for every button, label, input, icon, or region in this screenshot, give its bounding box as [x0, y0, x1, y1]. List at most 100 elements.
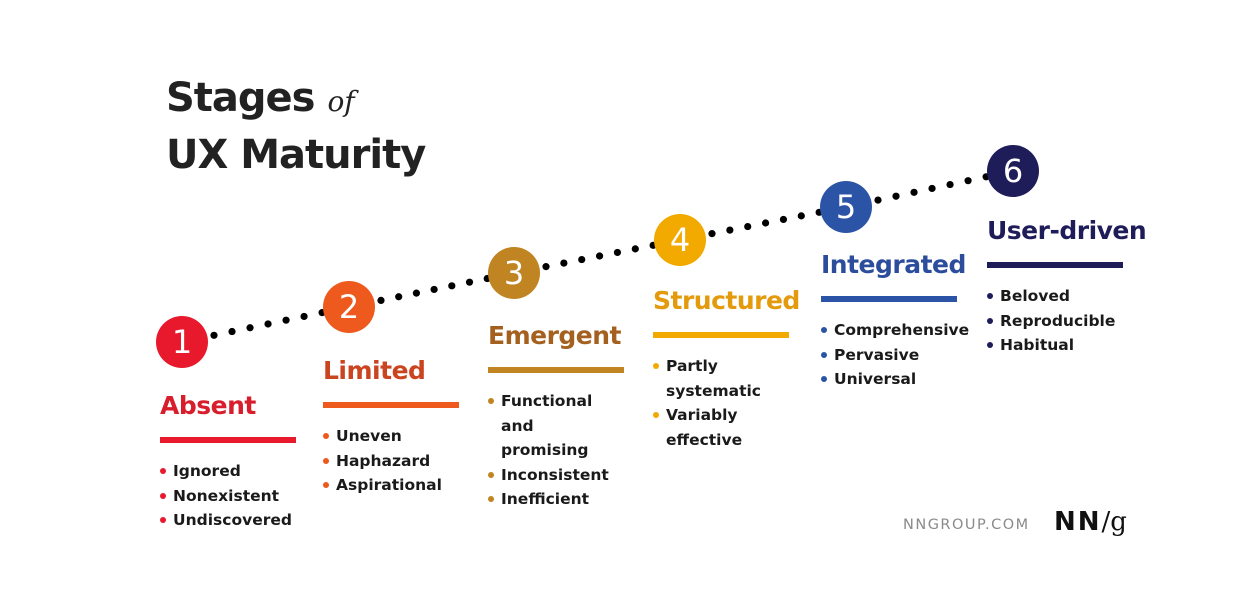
connector-dot	[910, 188, 918, 196]
stage-2-number-badge: 2	[323, 281, 375, 333]
trait-text: Habitual	[1000, 336, 1075, 354]
trait-text: Inefficient	[501, 490, 590, 508]
trait-item: Aspirational	[323, 473, 463, 498]
trait-text: Inconsistent	[501, 465, 609, 484]
connector-dot	[412, 289, 421, 297]
trait-item: Undiscovered	[160, 508, 300, 533]
stage-traits-list: Uneven Haphazard Aspirational	[323, 424, 463, 498]
bullet-icon	[488, 496, 494, 502]
stage-4: Structured Partly systematic Variably effe…	[653, 284, 800, 452]
bullet-icon	[160, 468, 166, 474]
stage-underline	[160, 437, 296, 443]
trait-item: Inefficient	[488, 487, 623, 512]
connector-dot	[465, 278, 474, 286]
footer-url: NNGROUP.COM	[903, 517, 1030, 533]
stage-name: Structured	[653, 286, 800, 315]
trait-text: Comprehensive	[834, 321, 970, 339]
trait-item: Reproducible	[987, 309, 1127, 334]
stage-name: Absent	[160, 391, 256, 420]
connector-dot	[595, 252, 604, 260]
stage-traits-list: Beloved Reproducible Habitual	[987, 284, 1127, 358]
connector-dot	[797, 212, 805, 220]
trait-text: Functional and promising	[501, 392, 593, 459]
connector-dot	[892, 192, 900, 200]
stage-underline	[323, 402, 459, 408]
connector-dot	[377, 296, 385, 305]
trait-item: Partly systematic	[653, 354, 761, 403]
stage-underline	[488, 367, 624, 373]
stage-1: Absent Ignored Nonexistent Undiscovered	[160, 389, 300, 533]
connector-dot	[395, 293, 403, 301]
trait-item: Variably effective	[653, 403, 753, 452]
stage-underline	[653, 332, 789, 338]
bullet-icon	[987, 293, 993, 299]
bullet-icon	[653, 363, 659, 369]
stage-traits-list: Functional and promising Inconsistent Inef…	[488, 389, 623, 512]
stage-3-number-badge: 3	[488, 247, 540, 299]
trait-text: Pervasive	[834, 345, 920, 364]
bullet-icon	[821, 376, 827, 382]
trait-item: Inconsistent	[488, 463, 623, 488]
stage-1-number-badge: 1	[156, 316, 208, 368]
trait-item: Pervasive	[821, 343, 961, 368]
stage-6: User-driven Beloved Reproducible Habitual	[987, 214, 1147, 358]
connector-dot	[613, 248, 622, 257]
bullet-icon	[488, 471, 494, 478]
connector-dot	[560, 259, 568, 267]
bullet-icon	[160, 492, 166, 499]
connector-dot	[228, 327, 236, 336]
bullet-icon	[653, 412, 659, 418]
stage-name: User-driven	[987, 216, 1147, 245]
stage-3: Emergent Functional and promising Inconsis…	[488, 319, 628, 512]
trait-item: Ignored	[160, 459, 300, 484]
bullet-icon	[987, 317, 993, 324]
connector-dot	[779, 215, 788, 224]
connector-dot	[282, 316, 290, 324]
trait-item: Habitual	[987, 333, 1127, 358]
trait-text: Universal	[834, 370, 917, 388]
stage-name: Emergent	[488, 321, 622, 350]
connector-dot	[430, 285, 438, 294]
connector-dot	[964, 177, 972, 185]
trait-item: Comprehensive	[821, 318, 969, 343]
connector-dot	[708, 230, 716, 238]
connector-dot	[448, 282, 456, 290]
bullet-icon	[488, 398, 494, 404]
trait-text: Beloved	[1000, 287, 1070, 305]
trait-text: Undiscovered	[173, 511, 292, 529]
stage-5-number-badge: 5	[820, 181, 872, 233]
trait-item: Universal	[821, 367, 961, 392]
connector-dot	[928, 184, 936, 193]
trait-item: Nonexistent	[160, 484, 300, 509]
trait-text: Nonexistent	[173, 486, 280, 505]
connector-dot	[264, 320, 272, 328]
connector-dot	[761, 219, 770, 227]
bullet-icon	[323, 433, 329, 439]
trait-text: Variably effective	[666, 406, 743, 449]
stage-6-number-badge: 6	[987, 145, 1039, 197]
bullet-icon	[821, 327, 827, 333]
trait-item: Uneven	[323, 424, 463, 449]
trait-item: Haphazard	[323, 449, 463, 474]
connector-dot	[631, 245, 639, 253]
bullet-icon	[323, 482, 329, 488]
stage-traits-list: Comprehensive Pervasive Universal	[821, 318, 969, 392]
stage-underline	[987, 262, 1123, 268]
trait-text: Aspirational	[336, 476, 442, 494]
trait-item: Beloved	[987, 284, 1127, 309]
stage-5: Integrated Comprehensive Pervasive Universa…	[821, 248, 969, 392]
trait-text: Ignored	[173, 462, 241, 480]
trait-text: Partly systematic	[666, 357, 761, 400]
trait-item: Functional and promising	[488, 389, 623, 463]
connector-dot	[578, 255, 586, 264]
bullet-icon	[821, 351, 827, 358]
connector-dot	[246, 324, 254, 332]
nng-logo: NN/g	[1054, 507, 1127, 537]
trait-text: Uneven	[336, 427, 402, 445]
bullet-icon	[160, 517, 166, 523]
stage-underline	[821, 296, 957, 302]
connector-dot	[300, 312, 308, 321]
connector-dot	[874, 196, 882, 204]
trait-text: Reproducible	[1000, 311, 1116, 330]
connector-dot	[210, 331, 218, 339]
